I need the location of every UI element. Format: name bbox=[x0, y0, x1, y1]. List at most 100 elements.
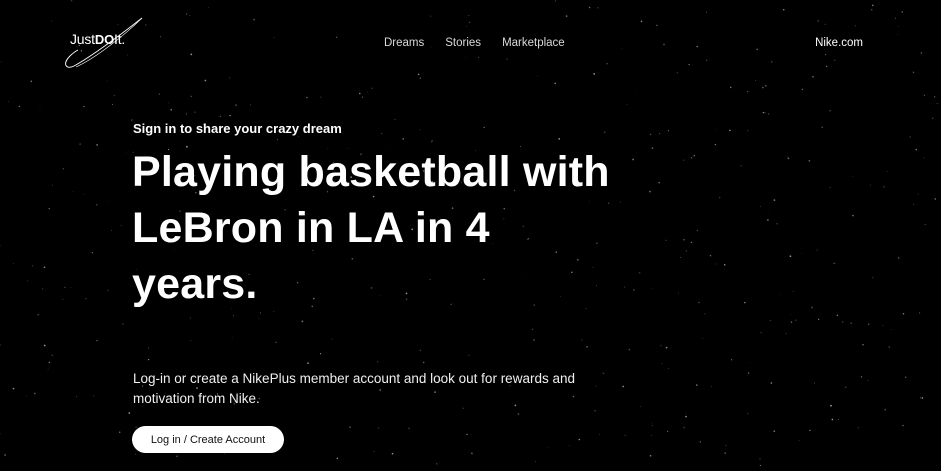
star-dot bbox=[661, 362, 663, 365]
star-dot bbox=[870, 184, 871, 186]
star-dot bbox=[651, 422, 653, 424]
hero-subtitle: Sign in to share your crazy dream bbox=[133, 121, 342, 136]
star-dot bbox=[554, 82, 557, 85]
star-dot bbox=[27, 280, 29, 282]
star-dot bbox=[135, 426, 137, 428]
star-dot bbox=[638, 271, 641, 274]
star-dot bbox=[936, 102, 939, 105]
star-dot bbox=[298, 136, 300, 137]
star-dot bbox=[31, 265, 34, 267]
star-dot bbox=[633, 289, 635, 291]
star-dot bbox=[801, 88, 804, 91]
star-dot bbox=[546, 447, 548, 449]
star-dot bbox=[471, 452, 473, 455]
star-dot bbox=[729, 86, 732, 89]
star-dot bbox=[635, 94, 637, 95]
star-dot bbox=[817, 20, 819, 22]
star-dot bbox=[813, 382, 815, 384]
star-dot bbox=[824, 23, 826, 25]
star-dot bbox=[13, 263, 14, 265]
star-dot bbox=[744, 301, 746, 304]
star-dot bbox=[685, 250, 687, 252]
nike-com-link[interactable]: Nike.com bbox=[815, 37, 863, 49]
star-dot bbox=[663, 43, 665, 46]
star-dot bbox=[125, 152, 127, 154]
star-dot bbox=[4, 454, 6, 456]
star-dot bbox=[194, 111, 196, 113]
star-dot bbox=[747, 372, 750, 374]
login-create-account-button[interactable]: Log in / Create Account bbox=[132, 426, 284, 453]
star-dot bbox=[826, 65, 828, 68]
star-dot bbox=[465, 26, 467, 27]
star-dot bbox=[915, 149, 917, 151]
nav-item-dreams[interactable]: Dreams bbox=[384, 37, 424, 49]
star-dot bbox=[319, 353, 322, 355]
star-dot bbox=[336, 457, 339, 460]
star-dot bbox=[680, 422, 682, 424]
star-dot bbox=[702, 337, 704, 339]
star-dot bbox=[588, 6, 591, 9]
star-dot bbox=[683, 239, 685, 241]
star-dot bbox=[93, 395, 95, 397]
star-dot bbox=[709, 254, 712, 257]
star-dot bbox=[259, 312, 261, 314]
star-dot bbox=[871, 4, 874, 7]
nav-item-stories[interactable]: Stories bbox=[445, 37, 481, 49]
star-dot bbox=[620, 201, 622, 203]
star-dot bbox=[680, 257, 682, 258]
logo-word-it: It. bbox=[114, 31, 126, 47]
star-dot bbox=[659, 133, 661, 135]
star-dot bbox=[229, 77, 231, 79]
star-dot bbox=[715, 129, 717, 131]
star-dot bbox=[219, 115, 221, 117]
star-dot bbox=[852, 175, 854, 177]
brand-logo[interactable]: JustDOIt. bbox=[64, 16, 146, 74]
star-dot bbox=[818, 318, 820, 321]
star-dot bbox=[42, 288, 44, 290]
star-dot bbox=[632, 158, 634, 161]
star-dot bbox=[107, 289, 109, 292]
star-dot bbox=[882, 325, 884, 327]
star-dot bbox=[307, 362, 309, 364]
star-dot bbox=[235, 104, 237, 106]
star-dot bbox=[723, 264, 726, 266]
star-dot bbox=[650, 287, 652, 289]
star-dot bbox=[747, 130, 749, 132]
star-dot bbox=[785, 332, 787, 335]
star-dot bbox=[531, 328, 534, 331]
star-dot bbox=[696, 45, 698, 48]
star-dot bbox=[776, 222, 778, 225]
star-dot bbox=[62, 168, 64, 170]
star-dot bbox=[773, 430, 776, 433]
star-dot bbox=[919, 312, 921, 314]
star-dot bbox=[699, 441, 702, 443]
star-dot bbox=[628, 348, 631, 351]
star-dot bbox=[651, 434, 652, 436]
star-dot bbox=[854, 25, 856, 27]
star-dot bbox=[660, 344, 662, 347]
star-dot bbox=[934, 96, 936, 98]
star-dot bbox=[603, 131, 606, 134]
star-dot bbox=[924, 224, 926, 225]
star-dot bbox=[51, 184, 53, 186]
star-dot bbox=[160, 36, 161, 38]
nav-item-marketplace[interactable]: Marketplace bbox=[502, 37, 565, 49]
star-dot bbox=[26, 395, 28, 397]
star-dot bbox=[622, 385, 625, 388]
star-dot bbox=[740, 165, 742, 167]
star-dot bbox=[0, 61, 2, 63]
star-dot bbox=[301, 320, 304, 323]
star-dot bbox=[586, 345, 588, 348]
star-dot bbox=[801, 252, 803, 254]
star-dot bbox=[39, 108, 41, 110]
star-dot bbox=[231, 337, 233, 339]
star-dot bbox=[931, 117, 934, 120]
star-dot bbox=[808, 160, 811, 162]
star-dot bbox=[18, 105, 20, 107]
star-dot bbox=[483, 126, 485, 129]
star-dot bbox=[850, 322, 853, 325]
star-dot bbox=[185, 113, 187, 115]
star-dot bbox=[747, 412, 749, 414]
star-dot bbox=[62, 298, 64, 300]
star-dot bbox=[79, 143, 81, 145]
